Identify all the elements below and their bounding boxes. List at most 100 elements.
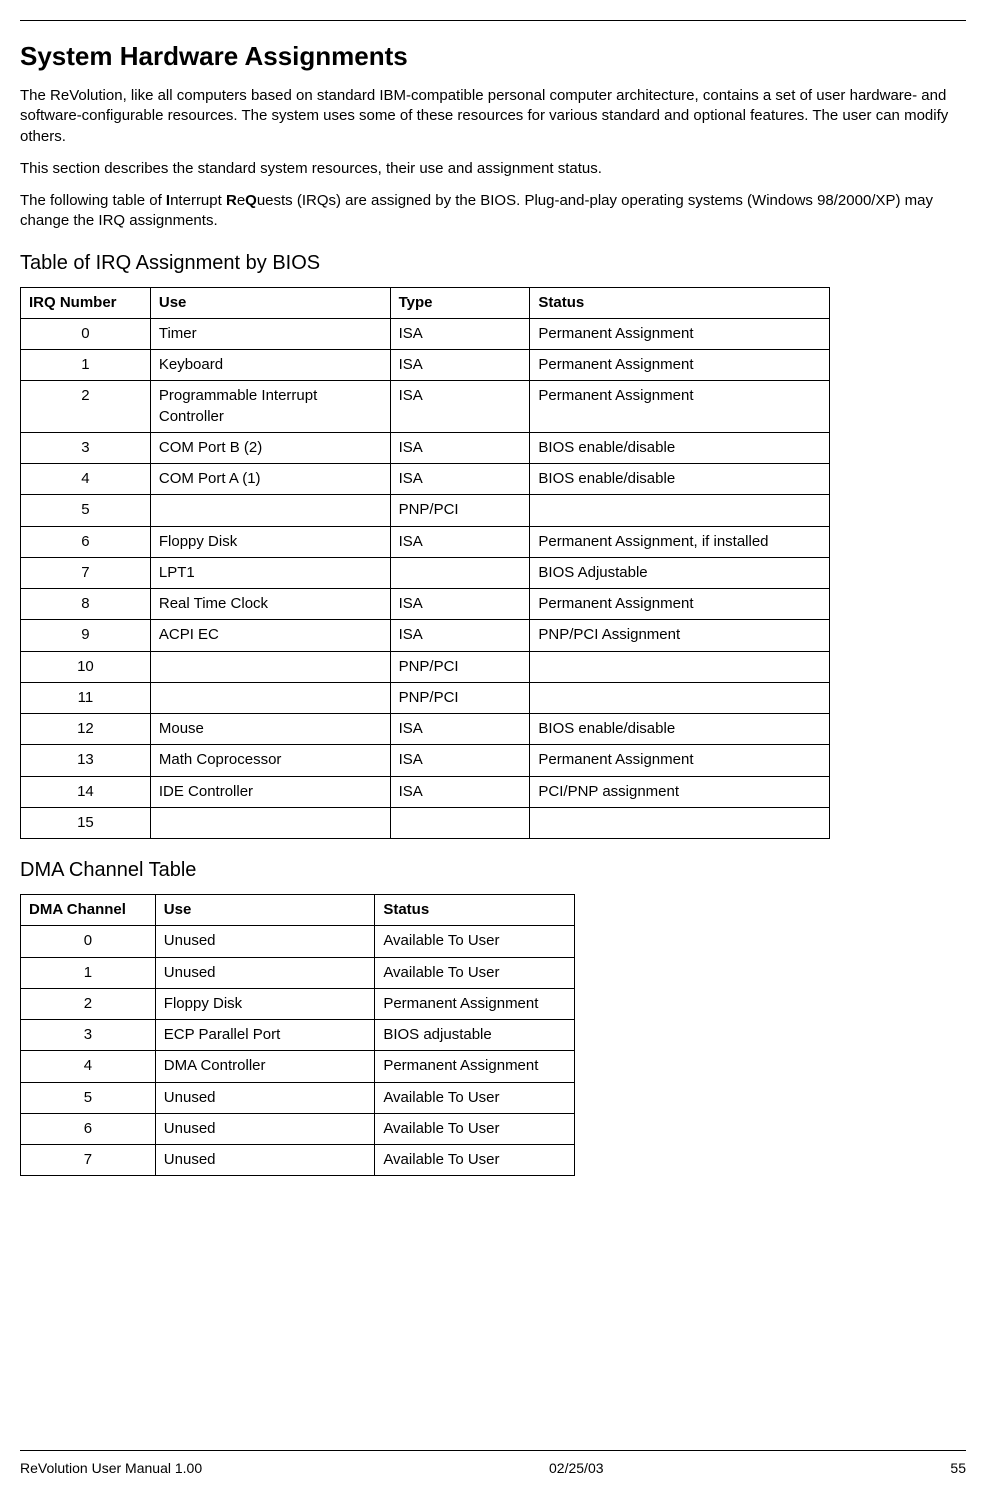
- irq-cell: Permanent Assignment, if installed: [530, 526, 830, 557]
- irq-cell: BIOS enable/disable: [530, 714, 830, 745]
- irq-cell: 13: [21, 745, 151, 776]
- table-row: 5UnusedAvailable To User: [21, 1082, 575, 1113]
- irq-cell: Real Time Clock: [150, 589, 390, 620]
- irq-cell: IDE Controller: [150, 776, 390, 807]
- irq-cell: ISA: [390, 464, 530, 495]
- irq-cell: BIOS enable/disable: [530, 464, 830, 495]
- top-rule: [20, 20, 966, 21]
- footer-left: ReVolution User Manual 1.00: [20, 1459, 202, 1478]
- irq-col-0: IRQ Number: [21, 287, 151, 318]
- irq-cell: ISA: [390, 432, 530, 463]
- irq-cell: ISA: [390, 620, 530, 651]
- irq-cell: BIOS enable/disable: [530, 432, 830, 463]
- dma-col-2: Status: [375, 895, 575, 926]
- irq-cell: [150, 651, 390, 682]
- footer-center: 02/25/03: [549, 1459, 604, 1478]
- irq-cell: [390, 807, 530, 838]
- irq-cell: 3: [21, 432, 151, 463]
- irq-cell: Permanent Assignment: [530, 745, 830, 776]
- irq-cell: BIOS Adjustable: [530, 557, 830, 588]
- irq-cell: [150, 807, 390, 838]
- irq-cell: Permanent Assignment: [530, 381, 830, 433]
- irq-cell: [150, 495, 390, 526]
- dma-cell: Unused: [155, 1082, 375, 1113]
- table-row: 3ECP Parallel PortBIOS adjustable: [21, 1020, 575, 1051]
- table-row: 5 PNP/PCI: [21, 495, 830, 526]
- irq-cell: Floppy Disk: [150, 526, 390, 557]
- irq-cell: Timer: [150, 318, 390, 349]
- irq-cell: Permanent Assignment: [530, 350, 830, 381]
- irq-cell: COM Port B (2): [150, 432, 390, 463]
- table-row: 12MouseISABIOS enable/disable: [21, 714, 830, 745]
- irq-cell: ISA: [390, 381, 530, 433]
- irq-cell: 12: [21, 714, 151, 745]
- table-row: 4COM Port A (1)ISABIOS enable/disable: [21, 464, 830, 495]
- dma-col-1: Use: [155, 895, 375, 926]
- table-row: 14IDE ControllerISAPCI/PNP assignment: [21, 776, 830, 807]
- dma-cell: Unused: [155, 957, 375, 988]
- dma-cell: Available To User: [375, 1082, 575, 1113]
- table-row: 13Math CoprocessorISAPermanent Assignmen…: [21, 745, 830, 776]
- irq-cell: PNP/PCI: [390, 651, 530, 682]
- dma-cell: 2: [21, 988, 156, 1019]
- irq-cell: ISA: [390, 745, 530, 776]
- irq-cell: 7: [21, 557, 151, 588]
- intro-para-2: This section describes the standard syst…: [20, 159, 966, 179]
- irq-cell: ISA: [390, 714, 530, 745]
- intro-3-q: Q: [245, 192, 257, 209]
- irq-cell: Permanent Assignment: [530, 318, 830, 349]
- irq-cell: ISA: [390, 350, 530, 381]
- intro-para-3: The following table of Interrupt ReQuest…: [20, 191, 966, 232]
- page-footer: ReVolution User Manual 1.00 02/25/03 55: [20, 1450, 966, 1478]
- irq-cell: 1: [21, 350, 151, 381]
- irq-cell: 11: [21, 682, 151, 713]
- irq-table: IRQ Number Use Type Status 0TimerISAPerm…: [20, 287, 830, 840]
- table-row: 1UnusedAvailable To User: [21, 957, 575, 988]
- irq-cell: PNP/PCI: [390, 495, 530, 526]
- irq-cell: 0: [21, 318, 151, 349]
- dma-cell: Permanent Assignment: [375, 1051, 575, 1082]
- dma-cell: Available To User: [375, 926, 575, 957]
- table-row: 0TimerISAPermanent Assignment: [21, 318, 830, 349]
- irq-col-1: Use: [150, 287, 390, 318]
- dma-cell: Unused: [155, 1113, 375, 1144]
- dma-cell: BIOS adjustable: [375, 1020, 575, 1051]
- intro-3-r: R: [226, 192, 237, 209]
- irq-cell: PNP/PCI: [390, 682, 530, 713]
- dma-table: DMA Channel Use Status 0UnusedAvailable …: [20, 894, 575, 1176]
- dma-cell: ECP Parallel Port: [155, 1020, 375, 1051]
- irq-cell: 8: [21, 589, 151, 620]
- irq-cell: [530, 807, 830, 838]
- page-title: System Hardware Assignments: [20, 39, 966, 74]
- irq-cell: ISA: [390, 589, 530, 620]
- dma-cell: DMA Controller: [155, 1051, 375, 1082]
- dma-cell: Permanent Assignment: [375, 988, 575, 1019]
- dma-cell: 5: [21, 1082, 156, 1113]
- irq-cell: PCI/PNP assignment: [530, 776, 830, 807]
- irq-cell: 6: [21, 526, 151, 557]
- table-row: 9ACPI ECISAPNP/PCI Assignment: [21, 620, 830, 651]
- table-row: 15: [21, 807, 830, 838]
- irq-header-row: IRQ Number Use Type Status: [21, 287, 830, 318]
- irq-cell: ACPI EC: [150, 620, 390, 651]
- table-row: 4DMA ControllerPermanent Assignment: [21, 1051, 575, 1082]
- irq-cell: ISA: [390, 776, 530, 807]
- dma-cell: Floppy Disk: [155, 988, 375, 1019]
- irq-col-3: Status: [530, 287, 830, 318]
- table-row: 7UnusedAvailable To User: [21, 1145, 575, 1176]
- intro-3-mid1: nterrupt: [170, 192, 226, 209]
- table-row: 1KeyboardISAPermanent Assignment: [21, 350, 830, 381]
- irq-cell: Math Coprocessor: [150, 745, 390, 776]
- dma-cell: Unused: [155, 926, 375, 957]
- irq-cell: 15: [21, 807, 151, 838]
- irq-cell: Programmable Interrupt Controller: [150, 381, 390, 433]
- irq-cell: ISA: [390, 318, 530, 349]
- irq-cell: LPT1: [150, 557, 390, 588]
- dma-cell: 1: [21, 957, 156, 988]
- irq-heading: Table of IRQ Assignment by BIOS: [20, 250, 966, 277]
- table-row: 8Real Time ClockISAPermanent Assignment: [21, 589, 830, 620]
- intro-3-pre: The following table of: [20, 192, 166, 209]
- irq-cell: [390, 557, 530, 588]
- irq-cell: 4: [21, 464, 151, 495]
- footer-right: 55: [950, 1459, 966, 1478]
